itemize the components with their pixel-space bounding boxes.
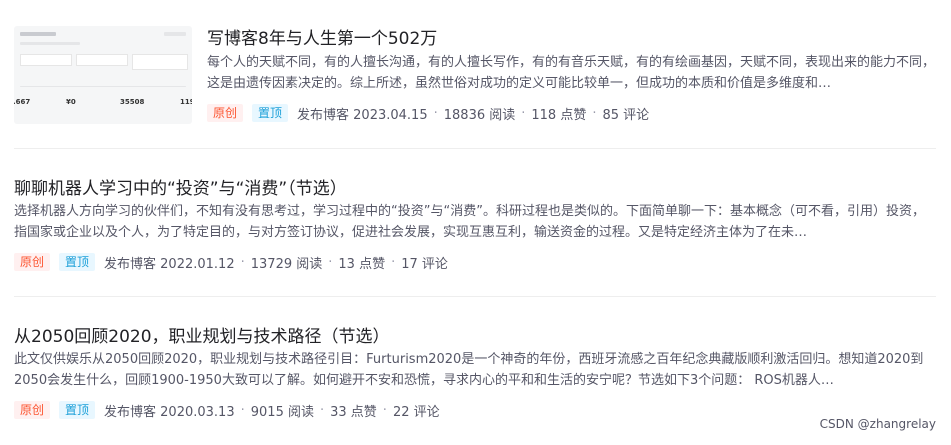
article-meta: 原创 置顶 发布博客 2020.03.13 · 9015 阅读 · 33 点赞 · 2… [14, 400, 440, 420]
pinned-badge: 置顶 [59, 401, 96, 419]
article-description: 选择机器人方向学习的伙伴们，不知有没有思考过，学习过程中的“投资”与“消费”。科… [14, 204, 925, 240]
publish-date: 发布博客 2022.01.12 [104, 256, 235, 272]
original-badge: 原创 [207, 104, 244, 122]
article-thumbnail[interactable]: .667 ¥0 35508 119 [14, 26, 192, 124]
article-meta: 原创 置顶 发布博客 2023.04.15 · 18836 阅读 · 118 点赞 ·… [207, 103, 649, 123]
original-badge: 原创 [14, 253, 51, 271]
publish-date: 发布博客 2023.04.15 [297, 107, 428, 123]
read-count: 13729 阅读 [250, 256, 323, 272]
article-title[interactable]: 从2050回顾2020，职业规划与技术路径（节选） [14, 322, 390, 347]
like-count: 118 点赞 [531, 107, 587, 123]
original-badge: 原创 [14, 401, 51, 419]
comment-count: 85 评论 [602, 107, 650, 123]
publish-date: 发布博客 2020.03.13 [104, 404, 235, 420]
pinned-badge: 置顶 [252, 104, 289, 122]
like-count: 13 点赞 [338, 256, 386, 272]
read-count: 18836 阅读 [443, 107, 516, 123]
article-title[interactable]: 聊聊机器人学习中的“投资”与“消费”（节选） [14, 174, 347, 199]
thumbnail-stat: 35508 [120, 98, 145, 106]
comment-count: 17 评论 [401, 256, 448, 272]
like-count: 33 点赞 [330, 404, 377, 420]
pinned-badge: 置顶 [59, 253, 96, 271]
thumbnail-stat: 119 [180, 98, 192, 106]
read-count: 9015 阅读 [250, 404, 314, 420]
article-title[interactable]: 写博客8年与人生第一个502万 [207, 24, 437, 49]
article-description: 每个人的天赋不同，有的人擅长沟通，有的人擅长写作，有的有音乐天赋，有的有绘画基因… [207, 55, 936, 91]
divider [14, 296, 936, 297]
thumbnail-stat: ¥0 [66, 98, 76, 106]
thumbnail-stat: .667 [14, 98, 31, 106]
article-description: 此文仅供娱乐从2050回顾2020，职业规划与技术路径引目：Furturism2… [14, 352, 924, 388]
divider [14, 148, 936, 149]
article-meta: 原创 置顶 发布博客 2022.01.12 · 13729 阅读 · 13 点赞 · … [14, 252, 448, 272]
csdn-watermark: CSDN @zhangrelay [819, 417, 936, 431]
comment-count: 22 评论 [392, 404, 440, 420]
